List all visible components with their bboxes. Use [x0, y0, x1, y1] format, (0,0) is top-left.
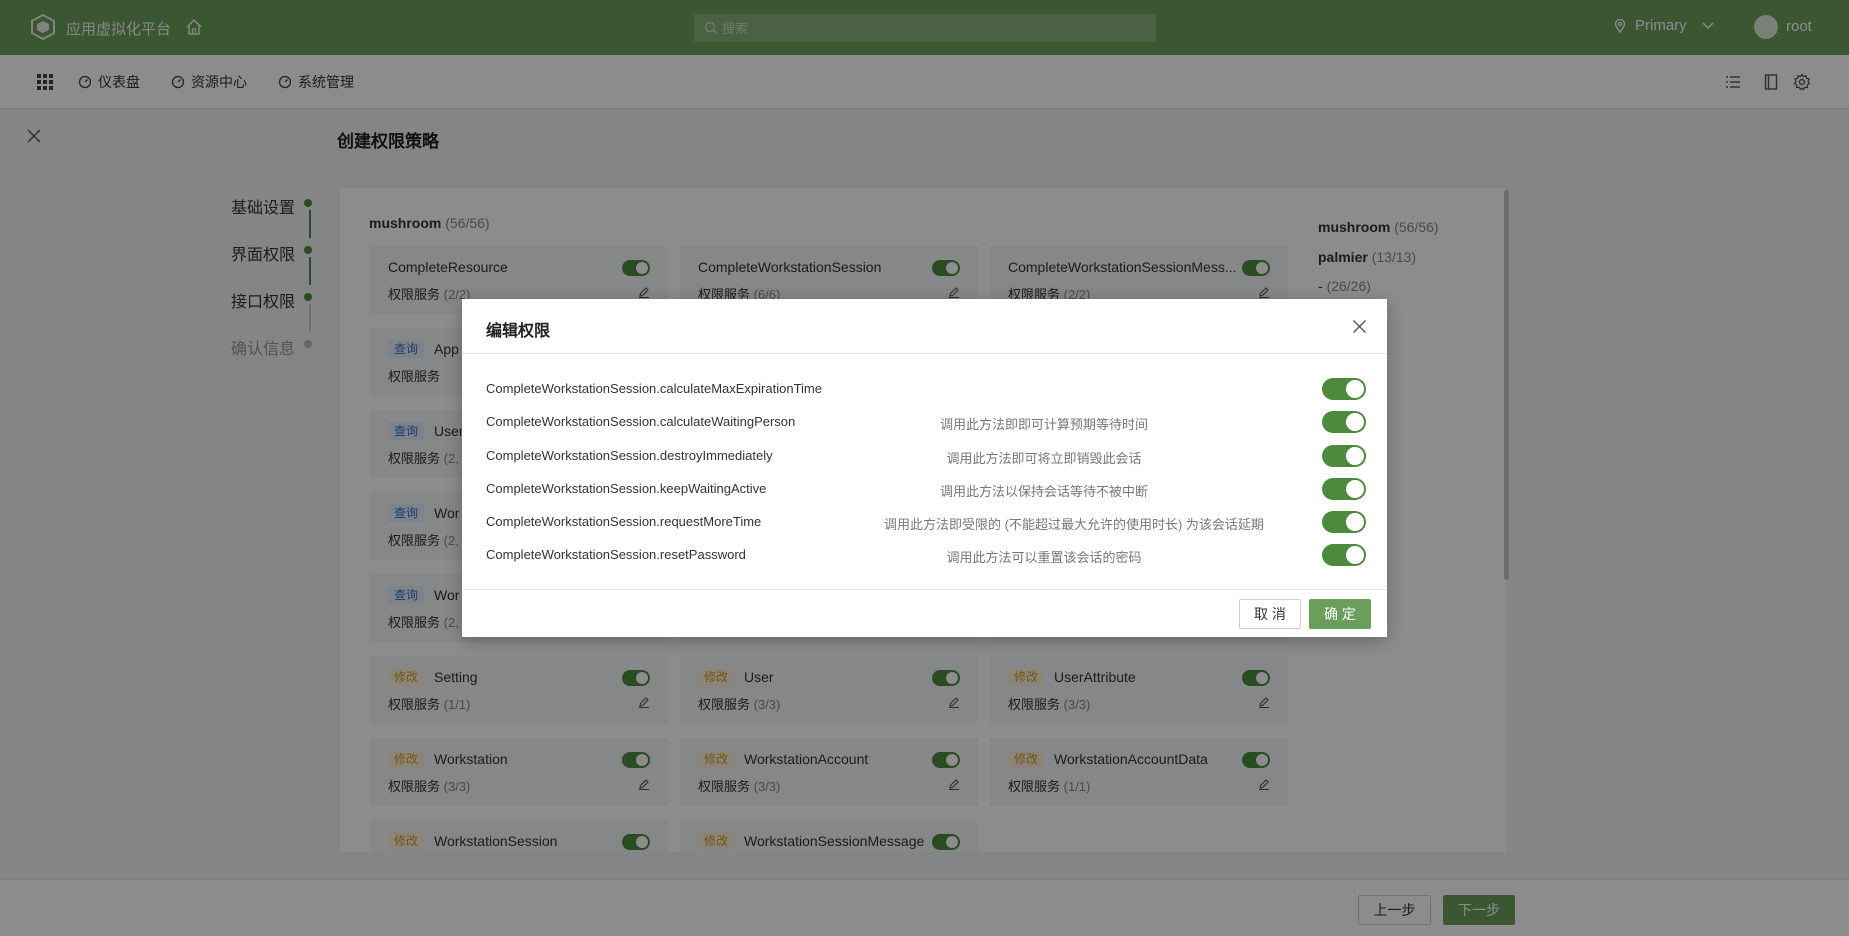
- permission-name: CompleteWorkstationSession.destroyImmedi…: [486, 448, 773, 463]
- permission-name: CompleteWorkstationSession.calculateWait…: [486, 414, 796, 429]
- permission-name: CompleteWorkstationSession.keepWaitingAc…: [486, 481, 767, 496]
- permission-name: CompleteWorkstationSession.requestMoreTi…: [486, 514, 762, 529]
- modal-footer: 取 消 确 定: [462, 589, 1387, 637]
- permission-desc: 调用此方法以保持会话等待不被中断: [939, 484, 1148, 499]
- permission-row: CompleteWorkstationSession.keepWaitingAc…: [486, 478, 1366, 500]
- permission-row: CompleteWorkstationSession.calculateMaxE…: [486, 378, 1366, 400]
- permission-toggle[interactable]: [1322, 378, 1366, 400]
- confirm-button[interactable]: 确 定: [1309, 599, 1371, 629]
- permission-desc: 调用此方法即可将立即销毁此会话: [946, 451, 1142, 466]
- permission-name: CompleteWorkstationSession.resetPassword: [486, 547, 746, 562]
- permission-name: CompleteWorkstationSession.calculateMaxE…: [486, 381, 822, 396]
- permission-row: CompleteWorkstationSession.calculateWait…: [486, 411, 1366, 433]
- permission-toggle[interactable]: [1322, 511, 1366, 533]
- permission-row: CompleteWorkstationSession.resetPassword…: [486, 544, 1366, 566]
- permission-toggle[interactable]: [1322, 478, 1366, 500]
- permission-row: CompleteWorkstationSession.destroyImmedi…: [486, 445, 1366, 467]
- permission-toggle[interactable]: [1322, 411, 1366, 433]
- modal-title: 编辑权限: [486, 323, 551, 340]
- permission-desc: 调用此方法即即可计算预期等待时间: [939, 417, 1148, 432]
- close-icon[interactable]: [1352, 319, 1367, 334]
- permission-toggle[interactable]: [1322, 445, 1366, 467]
- edit-permission-modal: 编辑权限 CompleteWorkstationSession.calculat…: [462, 299, 1387, 637]
- permission-row: CompleteWorkstationSession.requestMoreTi…: [486, 511, 1366, 533]
- modal-header: 编辑权限: [462, 299, 1387, 354]
- permission-desc: 调用此方法可以重置该会话的密码: [946, 550, 1142, 565]
- permission-toggle[interactable]: [1322, 544, 1366, 566]
- permission-desc: 调用此方法即受限的 (不能超过最大允许的使用时长) 为该会话延期: [884, 517, 1264, 532]
- cancel-button[interactable]: 取 消: [1239, 599, 1301, 629]
